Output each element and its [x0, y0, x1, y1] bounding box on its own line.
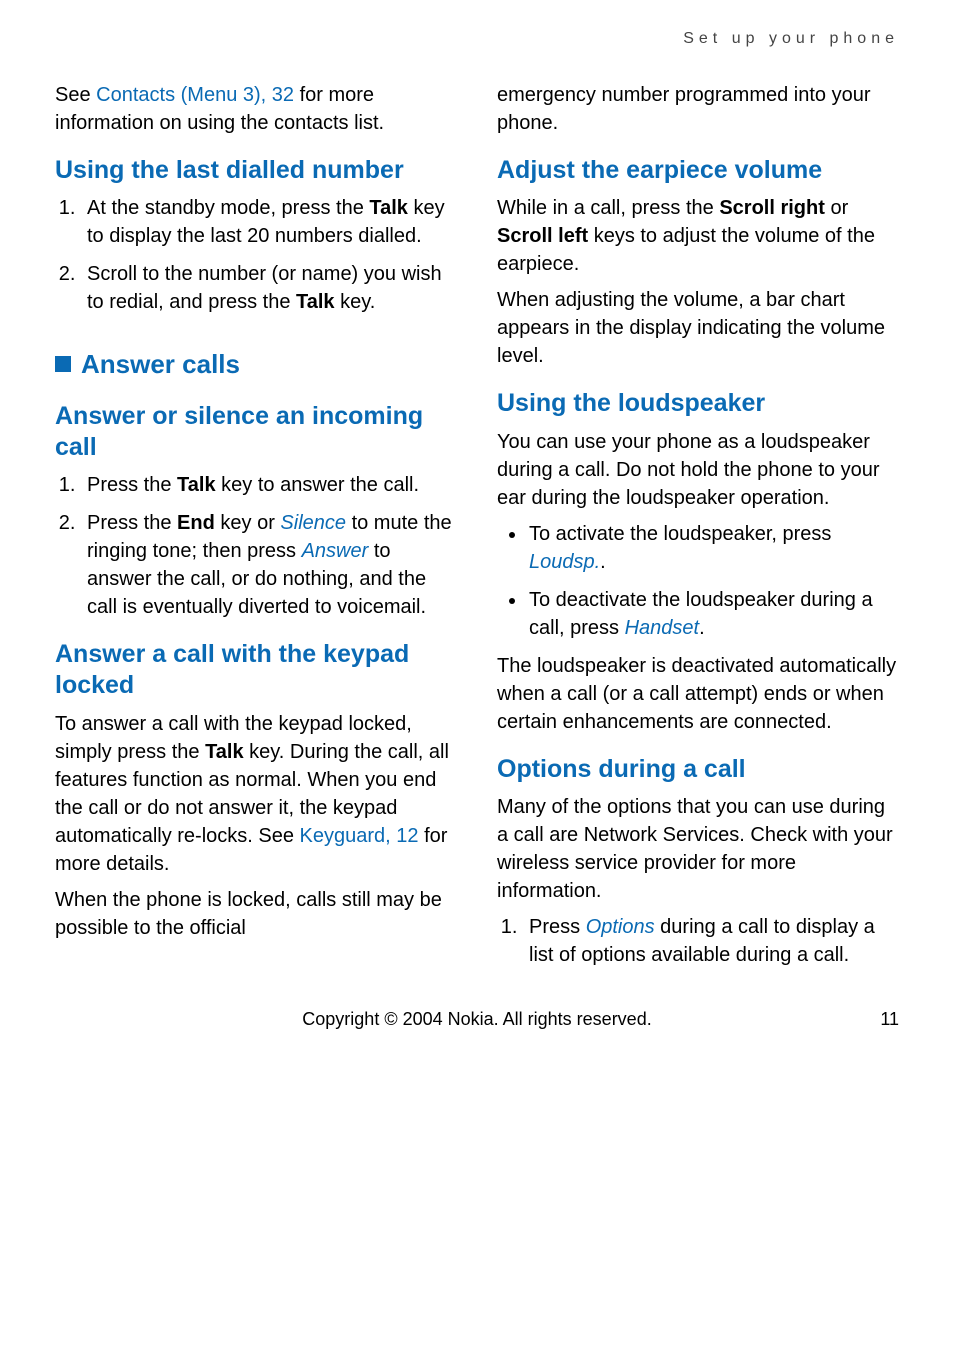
list-item: Press the Talk key to answer the call.	[81, 471, 457, 499]
copyright-text: Copyright © 2004 Nokia. All rights reser…	[302, 1009, 651, 1030]
answer-term: Answer	[302, 540, 369, 562]
list-item: Press the End key or Silence to mute the…	[81, 509, 457, 621]
list-item: To deactivate the loudspeaker during a c…	[527, 586, 899, 642]
talk-key: Talk	[177, 474, 216, 496]
loudspeaker-bullets: To activate the loudspeaker, press Louds…	[497, 520, 899, 642]
talk-key: Talk	[205, 741, 244, 763]
keyguard-link[interactable]: Keyguard, 12	[300, 825, 419, 847]
loudspeaker-paragraph-1: You can use your phone as a loudspeaker …	[497, 428, 899, 512]
list-item: Press Options during a call to display a…	[523, 913, 899, 969]
text: or	[825, 197, 848, 219]
page-number: 11	[880, 1009, 899, 1030]
options-paragraph: Many of the options that you can use dur…	[497, 793, 899, 905]
text: While in a call, press the	[497, 197, 719, 219]
intro-paragraph: See Contacts (Menu 3), 32 for more infor…	[55, 81, 457, 137]
text: key.	[335, 291, 376, 313]
contacts-link[interactable]: Contacts (Menu 3), 32	[96, 84, 294, 106]
list-item: Scroll to the number (or name) you wish …	[81, 260, 457, 316]
running-head: Set up your phone	[55, 30, 899, 48]
heading-loudspeaker: Using the loudspeaker	[497, 388, 899, 419]
content-columns: See Contacts (Menu 3), 32 for more infor…	[55, 73, 899, 979]
scroll-left-key: Scroll left	[497, 225, 588, 247]
heading-options-during-call: Options during a call	[497, 754, 899, 785]
text: key to answer the call.	[216, 474, 419, 496]
continuation-paragraph: emergency number programmed into your ph…	[497, 81, 899, 137]
heading-earpiece-volume: Adjust the earpiece volume	[497, 155, 899, 186]
section-title: Answer calls	[81, 346, 240, 382]
page-footer: Copyright © 2004 Nokia. All rights reser…	[55, 1009, 899, 1030]
earpiece-paragraph-2: When adjusting the volume, a bar chart a…	[497, 286, 899, 370]
text: Press	[529, 916, 586, 938]
text: key or	[215, 512, 281, 534]
text: At the standby mode, press the	[87, 197, 369, 219]
talk-key: Talk	[369, 197, 408, 219]
heading-keypad-locked: Answer a call with the keypad locked	[55, 639, 457, 702]
loudspeaker-paragraph-2: The loudspeaker is deactivated automatic…	[497, 652, 899, 736]
text: Press the	[87, 512, 177, 534]
list-item: To activate the loudspeaker, press Louds…	[527, 520, 899, 576]
text: .	[699, 617, 705, 639]
earpiece-paragraph-1: While in a call, press the Scroll right …	[497, 194, 899, 278]
list-item: At the standby mode, press the Talk key …	[81, 194, 457, 250]
keypad-locked-paragraph: To answer a call with the keypad locked,…	[55, 710, 457, 878]
text: Press the	[87, 474, 177, 496]
last-dialled-steps: At the standby mode, press the Talk key …	[55, 194, 457, 316]
talk-key: Talk	[296, 291, 335, 313]
loudsp-term: Loudsp.	[529, 551, 600, 573]
text: Scroll to the number (or name) you wish …	[87, 263, 442, 313]
heading-last-dialled: Using the last dialled number	[55, 155, 457, 186]
text: To activate the loudspeaker, press	[529, 523, 831, 545]
scroll-right-key: Scroll right	[719, 197, 825, 219]
square-bullet-icon	[55, 356, 71, 372]
right-column: emergency number programmed into your ph…	[497, 73, 899, 979]
heading-answer-silence: Answer or silence an incoming call	[55, 401, 457, 464]
answer-silence-steps: Press the Talk key to answer the call. P…	[55, 471, 457, 621]
keypad-locked-paragraph-2: When the phone is locked, calls still ma…	[55, 886, 457, 942]
options-steps: Press Options during a call to display a…	[497, 913, 899, 969]
text: .	[600, 551, 606, 573]
left-column: See Contacts (Menu 3), 32 for more infor…	[55, 73, 457, 979]
end-key: End	[177, 512, 215, 534]
text: See	[55, 84, 96, 106]
silence-term: Silence	[280, 512, 346, 534]
options-term: Options	[586, 916, 655, 938]
handset-term: Handset	[625, 617, 700, 639]
heading-answer-calls: Answer calls	[55, 346, 457, 382]
